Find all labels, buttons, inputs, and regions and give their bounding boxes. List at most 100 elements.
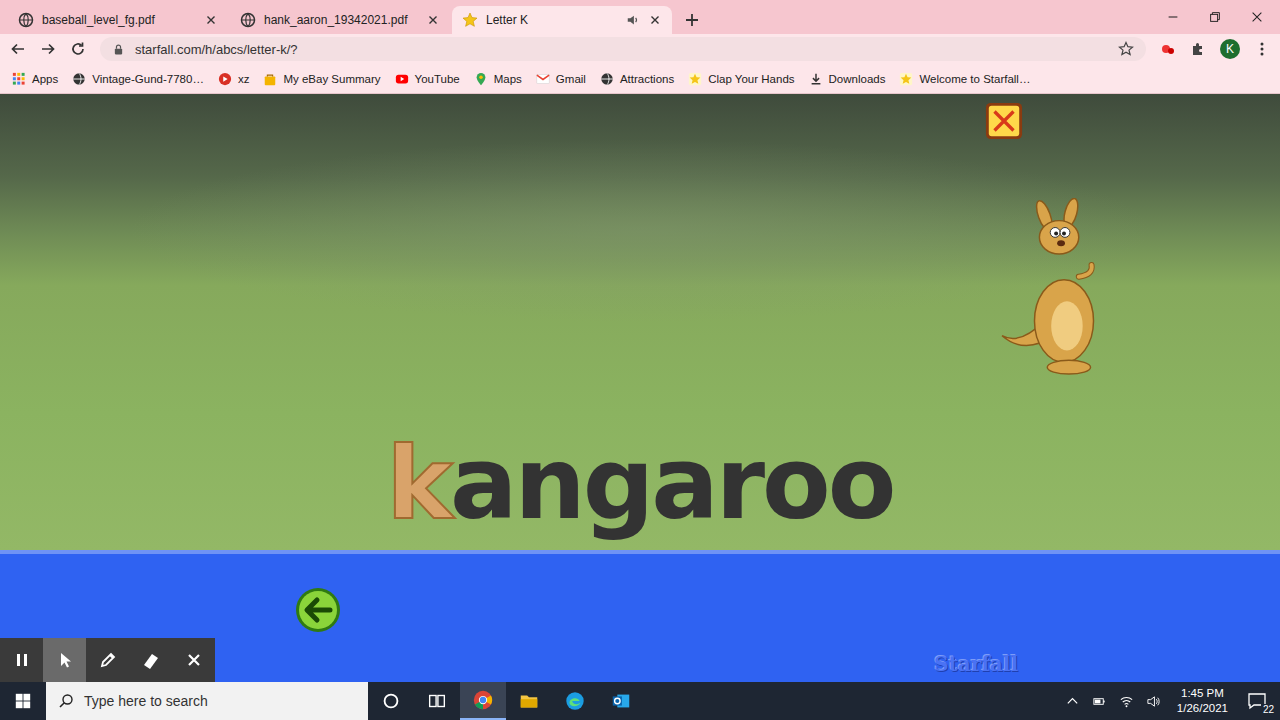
star-icon	[462, 12, 478, 28]
close-window-icon[interactable]	[1250, 10, 1264, 24]
bookmark[interactable]: YouTube	[395, 72, 460, 86]
annotation-tool[interactable]	[129, 638, 172, 682]
speaker-icon[interactable]	[626, 13, 640, 27]
bag-icon	[263, 72, 277, 86]
taskbar-app[interactable]	[368, 682, 414, 720]
cortana-icon	[380, 690, 402, 712]
volume-icon[interactable]	[1146, 694, 1161, 709]
taskbar-app[interactable]	[506, 682, 552, 720]
globe-icon	[240, 12, 256, 28]
globe-icon	[72, 72, 86, 86]
close-tab-icon[interactable]	[426, 13, 440, 27]
taskbar-app[interactable]	[414, 682, 460, 720]
browser-tab[interactable]: hank_aaron_19342021.pdf	[230, 6, 450, 34]
notification-count: 22	[1261, 704, 1276, 716]
bookmark[interactable]: Gmail	[536, 72, 586, 86]
maps-icon	[474, 72, 488, 86]
clock[interactable]: 1:45 PM1/26/2021	[1173, 686, 1232, 716]
globe-icon	[18, 12, 34, 28]
annotation-tool[interactable]	[172, 638, 215, 682]
download-icon	[809, 72, 823, 86]
extension-record-icon[interactable]	[1160, 41, 1176, 57]
cartoon-kangaroo[interactable]	[1000, 198, 1128, 380]
annotation-tool[interactable]	[43, 638, 86, 682]
bookmark-label: Maps	[494, 73, 522, 85]
search-placeholder: Type here to search	[84, 693, 208, 709]
lock-icon[interactable]	[112, 43, 125, 56]
taskbar-app[interactable]	[552, 682, 598, 720]
date: 1/26/2021	[1177, 701, 1228, 716]
annotation-tool[interactable]	[0, 638, 43, 682]
bookmark-label: Clap Your Hands	[708, 73, 794, 85]
bookmark[interactable]: Downloads	[809, 72, 886, 86]
youtube-icon	[395, 72, 409, 86]
eraser-icon	[141, 650, 161, 670]
gmail-icon	[536, 72, 550, 86]
address-bar[interactable]: starfall.com/h/abcs/letter-k/?	[100, 37, 1146, 61]
word-part: k	[387, 425, 451, 542]
browser-tab[interactable]: baseball_level_fg.pdf	[8, 6, 228, 34]
web-page: kangaroo Starfall	[0, 94, 1280, 682]
windows-start-icon[interactable]	[14, 692, 32, 710]
minimize-icon[interactable]	[1166, 10, 1180, 24]
pause-icon	[12, 650, 32, 670]
bookmark[interactable]: Attractions	[600, 72, 674, 86]
starfall-icon	[688, 72, 702, 86]
word-part: angaroo	[450, 425, 893, 542]
annotation-tool[interactable]	[86, 638, 129, 682]
forward-icon[interactable]	[40, 41, 56, 57]
outlook-icon	[610, 690, 632, 712]
bookmark-label: xz	[238, 73, 250, 85]
close-page-icon[interactable]	[985, 102, 1023, 140]
restore-icon[interactable]	[1208, 10, 1222, 24]
featured-word: kangaroo	[387, 424, 894, 544]
close-tab-icon[interactable]	[648, 13, 662, 27]
tab-label: baseball_level_fg.pdf	[42, 13, 196, 27]
browser-tab[interactable]: Letter K	[452, 6, 672, 34]
bookmark-label: Welcome to Starfall…	[919, 73, 1030, 85]
time: 1:45 PM	[1181, 686, 1224, 701]
back-arrow-icon[interactable]	[294, 586, 342, 634]
extensions-puzzle-icon[interactable]	[1190, 41, 1206, 57]
bookmark[interactable]: Vintage-Gund-7780…	[72, 72, 204, 86]
taskbar-search[interactable]: Type here to search	[46, 682, 368, 720]
bookmarks-bar: Apps Vintage-Gund-7780… xz My eBay Summary Y…	[0, 64, 1280, 94]
screen: baseball_level_fg.pdf hank_aaron_19342021…	[0, 0, 1280, 720]
taskbar: Type here to search 1:45 PM1/26/2021 22	[0, 682, 1280, 720]
tab-label: hank_aaron_19342021.pdf	[264, 13, 418, 27]
navigation-bar: Starfall	[0, 550, 1280, 682]
bookmark[interactable]: Maps	[474, 72, 522, 86]
bookmark[interactable]: Welcome to Starfall…	[899, 72, 1030, 86]
tab-strip: baseball_level_fg.pdf hank_aaron_19342021…	[0, 0, 1280, 34]
bookmark[interactable]: Clap Your Hands	[688, 72, 794, 86]
wifi-icon[interactable]	[1119, 694, 1134, 709]
bookmark[interactable]: Apps	[12, 72, 58, 86]
battery-icon[interactable]	[1092, 694, 1107, 709]
kangaroo-photo: kangaroo	[0, 94, 1280, 550]
bookmark[interactable]: xz	[218, 72, 250, 86]
bookmark-label: YouTube	[415, 73, 460, 85]
bookmark-label: Vintage-Gund-7780…	[92, 73, 204, 85]
bookmark-label: Downloads	[829, 73, 886, 85]
bookmark[interactable]: My eBay Summary	[263, 72, 380, 86]
close-tab-icon[interactable]	[204, 13, 218, 27]
profile-avatar[interactable]: K	[1220, 39, 1240, 59]
apps-icon	[12, 72, 26, 86]
back-icon[interactable]	[10, 41, 26, 57]
taskbar-app[interactable]	[598, 682, 644, 720]
bookmark-star-icon[interactable]	[1118, 41, 1134, 57]
taskbar-app[interactable]	[460, 682, 506, 720]
pointer-icon	[55, 650, 75, 670]
reload-icon[interactable]	[70, 41, 86, 57]
bookmark-label: Apps	[32, 73, 58, 85]
starfall-logo[interactable]: Starfall	[934, 652, 1018, 676]
notifications-button[interactable]: 22	[1244, 688, 1270, 714]
chrome-icon	[472, 689, 494, 711]
chevron-up-icon[interactable]	[1065, 694, 1080, 709]
system-tray: 1:45 PM1/26/2021 22	[1065, 686, 1280, 716]
menu-dots-icon[interactable]	[1254, 41, 1270, 57]
close-icon	[184, 650, 204, 670]
annotation-toolbar	[0, 638, 215, 682]
new-tab-icon[interactable]	[684, 12, 700, 28]
pen-icon	[98, 650, 118, 670]
